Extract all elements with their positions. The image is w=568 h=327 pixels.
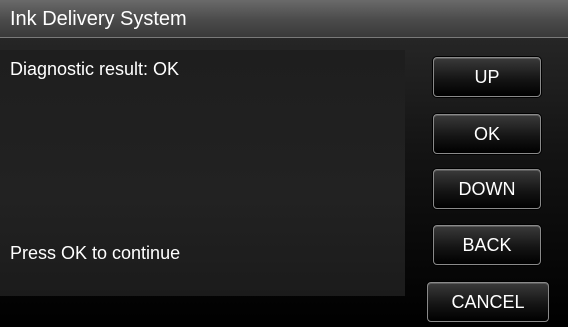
down-button[interactable]: DOWN [433,169,541,209]
up-button-label: UP [474,67,500,87]
title-bar: Ink Delivery System [0,0,568,38]
ok-button-label: OK [473,124,500,144]
page-title: Ink Delivery System [10,8,187,30]
ok-button[interactable]: OK [433,114,541,154]
diagnostic-result-text: Diagnostic result: OK [10,59,180,79]
cancel-button-label: CANCEL [451,292,525,312]
instruction-text: Press OK to continue [10,243,181,263]
printer-display-screen: Ink Delivery System Diagnostic result: O… [0,0,568,327]
back-button[interactable]: BACK [433,225,541,265]
back-button-label: BACK [462,235,512,255]
down-button-label: DOWN [458,179,516,199]
message-panel: Diagnostic result: OK Press OK to contin… [0,50,405,296]
cancel-button[interactable]: CANCEL [427,282,549,322]
up-button[interactable]: UP [433,57,541,97]
